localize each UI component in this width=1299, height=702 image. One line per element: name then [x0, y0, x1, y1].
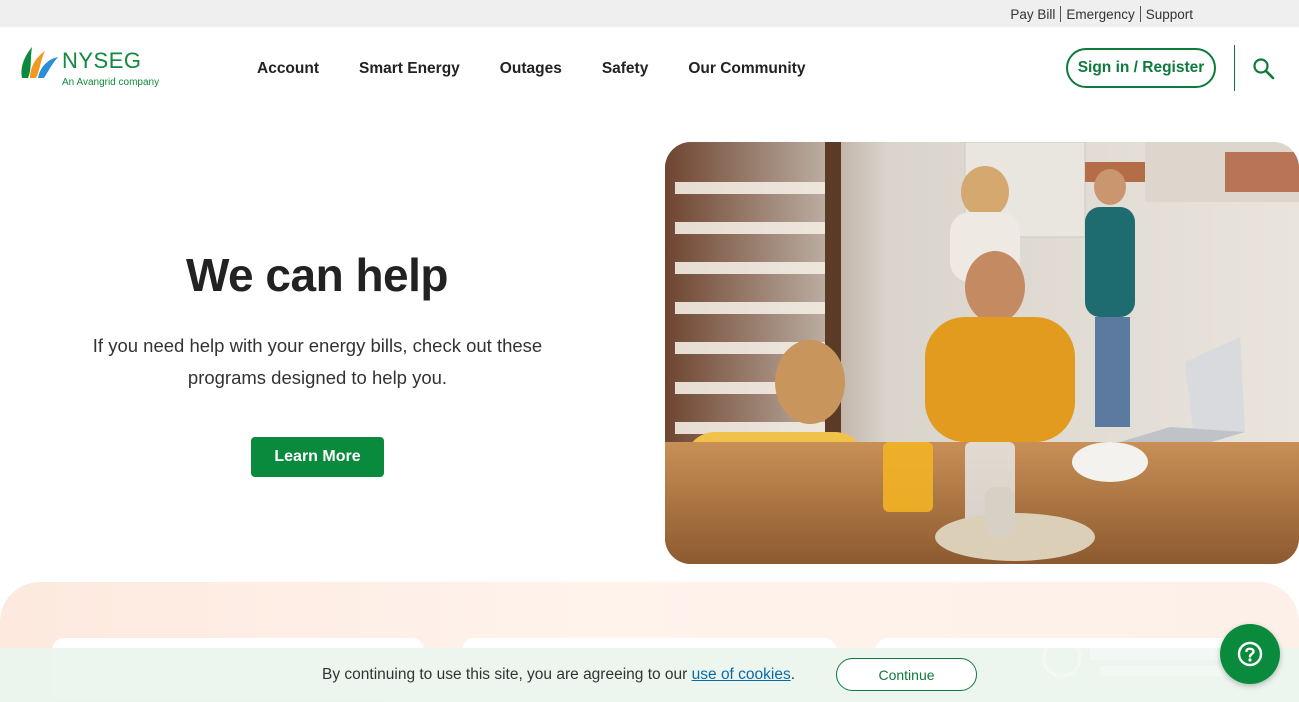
utility-link-support[interactable]: Support: [1146, 7, 1193, 22]
utility-divider: [1060, 6, 1062, 22]
utility-divider: [1139, 6, 1141, 22]
hero-family-photo: [665, 142, 1299, 564]
help-chat-icon: [1237, 641, 1263, 667]
cookie-text-after: .: [790, 666, 796, 683]
main-nav: Account Smart Energy Outages Safety Our …: [257, 60, 845, 78]
nav-item-account[interactable]: Account: [257, 60, 319, 78]
utility-link-pay-bill[interactable]: Pay Bill: [1010, 7, 1055, 22]
search-icon[interactable]: [1252, 57, 1276, 81]
cookie-text-before: By continuing to use this site, you are …: [322, 666, 692, 683]
hero-description: If you need help with your energy bills,…: [92, 335, 543, 388]
nav-item-our-community[interactable]: Our Community: [688, 60, 805, 78]
nav-item-smart-energy[interactable]: Smart Energy: [359, 60, 460, 78]
cookie-continue-button[interactable]: Continue: [836, 658, 977, 691]
logo-leaf-icon: [21, 47, 58, 78]
logo-tagline: An Avangrid company: [62, 77, 160, 88]
learn-more-button[interactable]: Learn More: [251, 437, 384, 477]
utility-link-emergency[interactable]: Emergency: [1066, 7, 1134, 22]
logo-wordmark: NYSEG: [62, 48, 142, 73]
family-kitchen-photo: [665, 142, 1299, 564]
help-chat-button[interactable]: [1220, 624, 1280, 684]
cookie-message: By continuing to use this site, you are …: [322, 666, 795, 684]
signin-register-button[interactable]: Sign in / Register: [1066, 48, 1216, 88]
utility-links: Pay Bill Emergency Support: [1010, 6, 1193, 22]
utility-bar: Pay Bill Emergency Support: [0, 0, 1299, 27]
nav-item-outages[interactable]: Outages: [500, 60, 562, 78]
watermark-logo: [1042, 638, 1240, 678]
site-logo[interactable]: NYSEG An Avangrid company: [18, 45, 168, 91]
nav-item-safety[interactable]: Safety: [602, 60, 649, 78]
site-header: NYSEG An Avangrid company Account Smart …: [0, 27, 1299, 113]
cookie-policy-link[interactable]: use of cookies: [692, 666, 791, 683]
header-divider: [1234, 45, 1235, 91]
hero-title: We can help: [185, 249, 449, 301]
